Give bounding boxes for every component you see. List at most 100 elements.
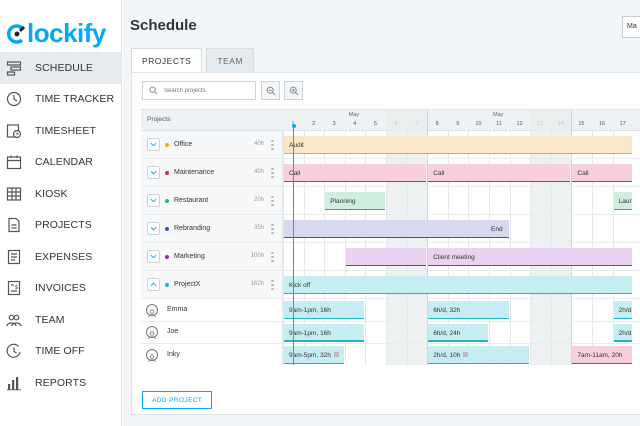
page-title: Schedule xyxy=(130,17,197,34)
member-assignment-bar[interactable]: 7am-11am, 20h xyxy=(572,346,633,364)
project-cell: Office 40h xyxy=(141,131,283,158)
search-box[interactable] xyxy=(142,81,256,100)
expand-toggle[interactable] xyxy=(147,193,160,207)
member-assignment-bar[interactable]: 2h/d, 16 xyxy=(613,323,633,342)
project-cell: Marketing 100h xyxy=(141,243,283,270)
member-name: Inky xyxy=(167,350,180,358)
sidebar-item-reports[interactable]: REPORTS xyxy=(0,367,122,399)
project-name[interactable]: ProjectX xyxy=(174,281,200,288)
bar-label: 2h/d, 10h xyxy=(433,352,461,359)
zoom-out-icon xyxy=(266,86,275,95)
note-icon xyxy=(333,352,339,357)
drag-handle-icon[interactable] xyxy=(271,279,275,290)
member-assignment-bar[interactable]: 9am-1pm, 16h xyxy=(284,323,365,342)
project-hours: 100h xyxy=(250,252,264,259)
project-row: Maintenance 40h Call Call Call xyxy=(141,159,640,187)
sidebar-item-timesheet[interactable]: TIMESHEET xyxy=(0,115,122,147)
sidebar: lockify SCHEDULE TIME TRACKER TIMESHEET … xyxy=(0,0,122,426)
project-name[interactable]: Maintenance xyxy=(174,169,214,176)
bar-label: 6h/d, 32h xyxy=(433,307,461,314)
expand-toggle[interactable] xyxy=(147,137,160,151)
sidebar-item-label: CALENDAR xyxy=(35,156,93,169)
member-assignment-bar[interactable]: 6h/d, 32h xyxy=(428,301,509,319)
assignment-bar[interactable] xyxy=(345,248,427,266)
drag-handle-icon[interactable] xyxy=(271,167,275,178)
sidebar-item-expenses[interactable]: EXPENSES xyxy=(0,241,122,273)
top-right-button[interactable]: Ma xyxy=(622,16,640,38)
bar-underline xyxy=(345,264,427,266)
bar-underline xyxy=(284,180,427,182)
drag-handle-icon[interactable] xyxy=(271,195,275,206)
day-label: 8 xyxy=(435,121,439,127)
expand-toggle[interactable] xyxy=(147,249,160,263)
project-name[interactable]: Rebranding xyxy=(174,225,210,232)
assignment-bar[interactable]: Client meeting xyxy=(428,248,633,266)
member-assignment-bar[interactable]: 2h/d, 16 xyxy=(613,301,633,319)
sidebar-item-time-tracker[interactable]: TIME TRACKER xyxy=(0,84,122,116)
drag-handle-icon[interactable] xyxy=(271,139,275,150)
bar-label: 9am-1pm, 16h xyxy=(289,307,331,314)
today-marker-dot xyxy=(291,124,296,128)
chevron-down-icon xyxy=(150,170,157,175)
member-row: Emma 9am-1pm, 16h 6h/d, 32h 2h/d, 16 xyxy=(141,299,640,322)
sidebar-item-schedule[interactable]: SCHEDULE xyxy=(0,52,122,84)
member-assignment-bar[interactable]: 9am-1pm, 16h xyxy=(284,301,365,319)
sidebar-item-projects[interactable]: PROJECTS xyxy=(0,210,122,242)
assignment-bar[interactable]: Call xyxy=(572,164,633,182)
zoom-in-icon xyxy=(289,86,298,95)
expand-toggle[interactable] xyxy=(147,277,160,291)
expand-toggle[interactable] xyxy=(147,221,160,235)
bar-label: Planning xyxy=(330,198,356,205)
assignment-bar[interactable]: End xyxy=(284,220,509,238)
project-row: Rebranding 35h End xyxy=(141,215,640,243)
tab-projects[interactable]: PROJECTS xyxy=(131,48,203,72)
project-hours: 40h xyxy=(253,140,264,147)
sidebar-item-label: INVOICES xyxy=(35,282,86,295)
bar-label: Call xyxy=(577,170,589,177)
tab-team[interactable]: TEAM xyxy=(206,48,254,72)
project-hours: 162h xyxy=(250,280,264,287)
avatar xyxy=(146,326,158,340)
bar-underline xyxy=(428,340,488,342)
month-label: May xyxy=(493,112,504,118)
reports-icon xyxy=(7,376,21,390)
add-project-button[interactable]: ADD PROJECT xyxy=(142,391,213,409)
assignment-bar[interactable]: Kick off xyxy=(284,276,633,294)
member-assignment-bar[interactable]: 6h/d, 24h xyxy=(428,323,488,342)
assignment-bar[interactable]: Launch xyxy=(613,192,633,210)
expand-toggle[interactable] xyxy=(147,165,160,179)
search-input[interactable] xyxy=(164,87,254,94)
kiosk-icon xyxy=(6,187,22,201)
chevron-up-icon xyxy=(150,281,157,286)
project-name[interactable]: Office xyxy=(174,141,192,148)
assignment-bar[interactable]: Call xyxy=(284,164,427,182)
project-name[interactable]: Restaurant xyxy=(174,197,208,204)
project-row: Restaurant 20h Planning Launch xyxy=(141,187,640,215)
sidebar-item-team[interactable]: TEAM xyxy=(0,304,122,336)
project-name[interactable]: Marketing xyxy=(174,253,205,260)
clockify-logo[interactable]: lockify xyxy=(7,18,106,49)
chevron-down-icon xyxy=(150,142,157,147)
project-cell: Restaurant 20h xyxy=(141,187,283,214)
assignment-bar[interactable]: Planning xyxy=(325,192,385,210)
drag-handle-icon[interactable] xyxy=(271,251,275,262)
sidebar-item-label: EXPENSES xyxy=(35,250,93,263)
drag-handle-icon[interactable] xyxy=(271,223,275,234)
assignment-bar[interactable]: Audit xyxy=(284,136,633,154)
sidebar-item-invoices[interactable]: $ INVOICES xyxy=(0,273,122,305)
bar-underline xyxy=(284,152,633,154)
project-hours: 20h xyxy=(253,196,264,203)
bar-underline xyxy=(613,340,633,342)
assignment-bar[interactable]: Call xyxy=(428,164,571,182)
projects-column-header: Projects xyxy=(147,116,171,123)
sidebar-item-calendar[interactable]: CALENDAR xyxy=(0,147,122,179)
sidebar-item-time-off[interactable]: TIME OFF xyxy=(0,336,122,368)
zoom-out-button[interactable] xyxy=(261,81,280,100)
member-assignment-bar[interactable]: 2h/d, 10h xyxy=(428,346,530,364)
day-label: 11 xyxy=(496,121,502,127)
zoom-in-button[interactable] xyxy=(284,81,303,100)
sidebar-item-kiosk[interactable]: KIOSK xyxy=(0,178,122,210)
day-label: 4 xyxy=(353,121,357,127)
bar-label: Audit xyxy=(289,142,304,149)
bar-label: End xyxy=(491,226,503,233)
